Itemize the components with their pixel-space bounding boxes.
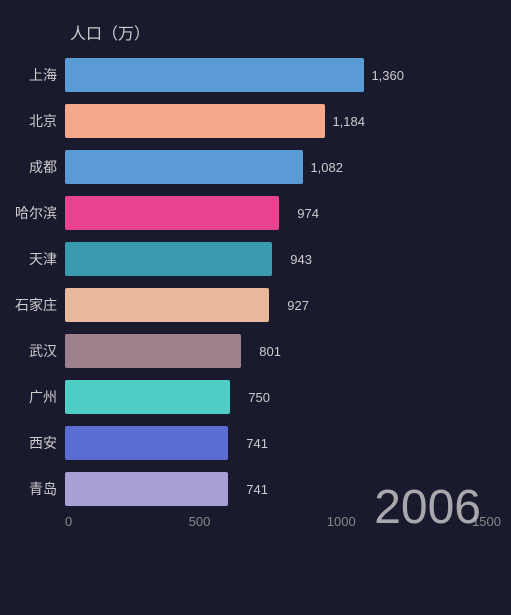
bar: 927: [65, 288, 269, 322]
bar-wrapper: 801: [65, 334, 501, 368]
bar-row: 北京1,184: [10, 100, 501, 142]
bar-value: 1,082: [310, 160, 343, 175]
bar-value: 1,184: [332, 114, 365, 129]
bar-wrapper: 1,184: [65, 104, 501, 138]
bar: 1,082: [65, 150, 303, 184]
bar-value: 741: [246, 482, 268, 497]
bar: 974: [65, 196, 279, 230]
bar: 1,360: [65, 58, 364, 92]
x-tick: 1000: [327, 514, 356, 529]
chart-container: 人口（万） 上海1,360北京1,184成都1,082哈尔滨974天津943石家…: [0, 0, 511, 615]
bar-value: 801: [259, 344, 281, 359]
x-tick: 500: [189, 514, 211, 529]
bar: 741: [65, 472, 228, 506]
bar-row: 成都1,082: [10, 146, 501, 188]
bar: 741: [65, 426, 228, 460]
x-tick: 0: [65, 514, 72, 529]
bar-row: 天津943: [10, 238, 501, 280]
bar-value: 943: [290, 252, 312, 267]
bar-label: 武汉: [10, 341, 65, 361]
bar-row: 上海1,360: [10, 54, 501, 96]
bar: 801: [65, 334, 241, 368]
bar-wrapper: 974: [65, 196, 501, 230]
bar-label: 广州: [10, 387, 65, 407]
bar-label: 成都: [10, 157, 65, 177]
bar-value: 750: [248, 390, 270, 405]
bar-label: 石家庄: [10, 295, 65, 315]
bar: 1,184: [65, 104, 325, 138]
bar-row: 武汉801: [10, 330, 501, 372]
bar-value: 927: [287, 298, 309, 313]
bar-row: 广州750: [10, 376, 501, 418]
bar-wrapper: 927: [65, 288, 501, 322]
bar-wrapper: 943: [65, 242, 501, 276]
bar-row: 西安741: [10, 422, 501, 464]
bar-label: 上海: [10, 65, 65, 85]
chart-area: 上海1,360北京1,184成都1,082哈尔滨974天津943石家庄927武汉…: [10, 54, 501, 510]
bar-value: 974: [297, 206, 319, 221]
bar-label: 哈尔滨: [10, 203, 65, 223]
bar-wrapper: 1,082: [65, 150, 501, 184]
bar-label: 青岛: [10, 479, 65, 499]
bar-row: 石家庄927: [10, 284, 501, 326]
bar-label: 天津: [10, 249, 65, 269]
bar-wrapper: 750: [65, 380, 501, 414]
bar-value: 741: [246, 436, 268, 451]
bar-row: 哈尔滨974: [10, 192, 501, 234]
bar: 750: [65, 380, 230, 414]
bar-wrapper: 741: [65, 426, 501, 460]
bar-wrapper: 1,360: [65, 58, 501, 92]
bar-label: 西安: [10, 433, 65, 453]
year-label: 2006: [374, 480, 481, 535]
chart-title: 人口（万）: [10, 20, 501, 44]
bar: 943: [65, 242, 272, 276]
bar-value: 1,360: [371, 68, 404, 83]
bar-label: 北京: [10, 111, 65, 131]
